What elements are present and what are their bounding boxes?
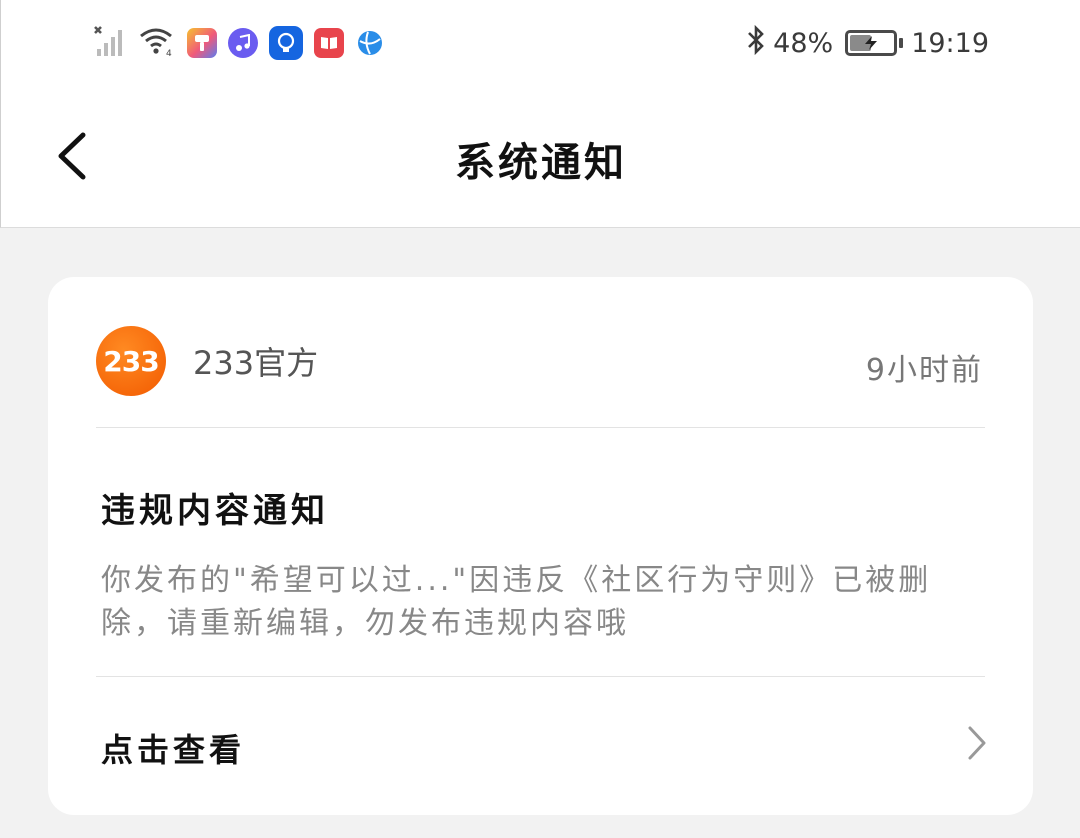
app-screen: 4 48% 19:19 系统通知 233 233官方 9小时前 违规内容通知 你… — [0, 0, 1080, 838]
divider — [96, 427, 985, 428]
battery-percent: 48% — [773, 27, 834, 59]
notification-time: 9小时前 — [865, 353, 983, 388]
view-details-button[interactable]: 点击查看 — [48, 677, 1033, 815]
paint-app-icon — [187, 28, 217, 58]
status-bar: 4 48% 19:19 — [1, 0, 1080, 90]
signal-icon — [93, 25, 127, 61]
music-app-icon — [228, 28, 258, 58]
sender-name: 233官方 — [193, 344, 319, 382]
svg-text:4: 4 — [166, 49, 172, 57]
page-header: 系统通知 — [1, 90, 1080, 228]
status-time: 19:19 — [911, 27, 989, 59]
notification-title: 违规内容通知 — [101, 491, 329, 531]
status-icons-left: 4 — [93, 24, 385, 62]
notification-body: 你发布的"希望可以过..."因违反《社区行为守则》已被删除，请重新编辑，勿发布违… — [101, 563, 932, 641]
bulb-app-icon — [269, 26, 303, 60]
chevron-right-icon — [968, 726, 986, 760]
book-app-icon — [314, 28, 344, 58]
view-details-label: 点击查看 — [101, 731, 246, 769]
wifi-icon: 4 — [138, 25, 176, 61]
page-title: 系统通知 — [455, 140, 627, 186]
battery-icon — [845, 30, 904, 56]
avatar: 233 — [96, 326, 166, 396]
notification-card: 233 233官方 9小时前 违规内容通知 你发布的"希望可以过..."因违反《… — [48, 277, 1033, 815]
browser-app-icon — [355, 28, 385, 58]
sender-row: 233 233官方 — [96, 324, 318, 398]
bluetooth-icon — [745, 24, 767, 63]
top-bar: 4 48% 19:19 系统通知 — [0, 0, 1080, 228]
status-icons-right: 48% 19:19 — [745, 24, 989, 62]
